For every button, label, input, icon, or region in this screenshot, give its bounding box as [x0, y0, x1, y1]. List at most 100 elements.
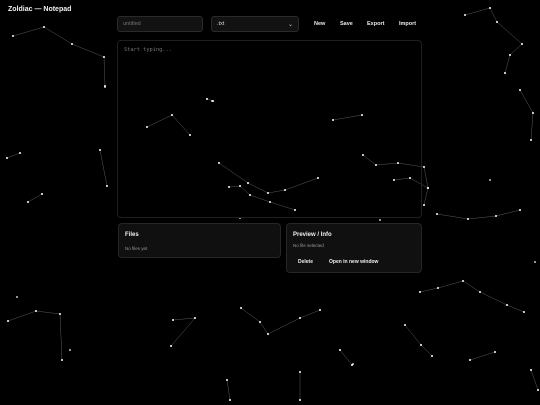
constellation-line	[240, 307, 261, 323]
constellation-line	[419, 287, 439, 293]
app-title: Zoldiac — Notepad	[8, 6, 72, 13]
constellation-line	[103, 56, 106, 87]
star-dot	[519, 89, 521, 91]
star-dot	[519, 209, 521, 211]
star-dot	[419, 291, 421, 293]
star-dot	[489, 7, 491, 9]
files-empty-text: No files yet	[125, 246, 148, 251]
star-dot	[496, 21, 498, 23]
star-dot	[259, 321, 261, 323]
star-dot	[467, 218, 469, 220]
star-dot	[6, 157, 8, 159]
preview-panel: Preview / Info No file selected Delete O…	[286, 223, 422, 273]
editor-textarea[interactable]	[118, 41, 421, 217]
constellation-line	[12, 26, 45, 37]
files-panel-title: Files	[125, 232, 139, 238]
constellation-line	[495, 209, 521, 217]
star-dot	[106, 185, 108, 187]
constellation-line	[404, 324, 422, 346]
star-dot	[35, 310, 37, 312]
constellation-line	[464, 7, 491, 16]
star-dot	[172, 319, 174, 321]
constellation-line	[506, 304, 525, 313]
star-dot	[352, 363, 354, 365]
star-dot	[464, 14, 466, 16]
preview-panel-title: Preview / Info	[293, 232, 332, 238]
constellation-line	[509, 43, 523, 56]
star-dot	[530, 369, 532, 371]
star-dot	[103, 56, 105, 58]
star-dot	[240, 307, 242, 309]
constellation-line	[172, 317, 196, 321]
constellation-line	[71, 43, 105, 58]
constellation-line	[436, 213, 469, 220]
star-dot	[339, 349, 341, 351]
star-dot	[299, 317, 301, 319]
star-dot	[436, 213, 438, 215]
constellation-line	[35, 310, 61, 315]
star-dot	[469, 359, 471, 361]
import-button[interactable]: Import	[395, 18, 420, 31]
constellation-line	[43, 26, 73, 45]
star-dot	[489, 179, 491, 181]
star-dot	[532, 112, 534, 114]
star-dot	[420, 344, 422, 346]
star-dot	[521, 43, 523, 45]
star-dot	[41, 193, 43, 195]
constellation-line	[267, 317, 301, 335]
constellation-line	[6, 152, 21, 159]
star-dot	[299, 371, 301, 373]
star-dot	[479, 291, 481, 293]
star-dot	[504, 72, 506, 74]
constellation-line	[489, 7, 498, 23]
constellation-line	[530, 112, 534, 141]
toolbar: .txt ⌄ New Save Export Import	[117, 16, 422, 34]
constellation-line	[467, 215, 497, 220]
star-dot	[99, 149, 101, 151]
open-new-window-button[interactable]: Open in new window	[329, 256, 378, 268]
star-dot	[27, 201, 29, 203]
star-dot	[229, 399, 231, 401]
constellation-line	[299, 309, 321, 319]
constellation-line	[226, 379, 231, 401]
star-dot	[61, 359, 63, 361]
extension-select[interactable]: .txt ⌄	[211, 16, 299, 32]
star-dot	[170, 345, 172, 347]
constellation-line	[437, 280, 464, 289]
star-dot	[427, 187, 429, 189]
constellation-line	[420, 344, 433, 357]
star-dot	[7, 320, 9, 322]
editor	[117, 40, 422, 218]
star-dot	[423, 166, 425, 168]
star-dot	[267, 333, 269, 335]
star-dot	[462, 280, 464, 282]
star-dot	[16, 296, 18, 298]
filename-input[interactable]	[117, 16, 203, 32]
extension-value: .txt	[217, 21, 225, 27]
constellation-line	[469, 351, 496, 361]
constellation-line	[259, 321, 269, 335]
new-button[interactable]: New	[310, 18, 329, 31]
preview-info-text: No file selected	[293, 243, 324, 248]
constellation-line	[423, 166, 429, 189]
star-dot	[299, 399, 301, 401]
star-dot	[534, 261, 536, 263]
constellation-line	[462, 280, 481, 293]
constellation-line	[496, 21, 523, 45]
star-dot	[104, 86, 106, 88]
constellation-line	[7, 310, 37, 322]
constellation-line	[530, 369, 539, 391]
star-dot	[194, 317, 196, 319]
save-button[interactable]: Save	[336, 18, 357, 31]
star-dot	[495, 215, 497, 217]
delete-button[interactable]: Delete	[298, 256, 313, 268]
files-panel: Files No files yet	[118, 223, 281, 258]
star-dot	[530, 139, 532, 141]
star-dot	[226, 379, 228, 381]
constellation-line	[479, 291, 508, 306]
star-dot	[19, 152, 21, 154]
constellation-line	[27, 193, 43, 203]
export-button[interactable]: Export	[363, 18, 388, 31]
star-dot	[59, 313, 61, 315]
constellation-line	[59, 313, 63, 361]
